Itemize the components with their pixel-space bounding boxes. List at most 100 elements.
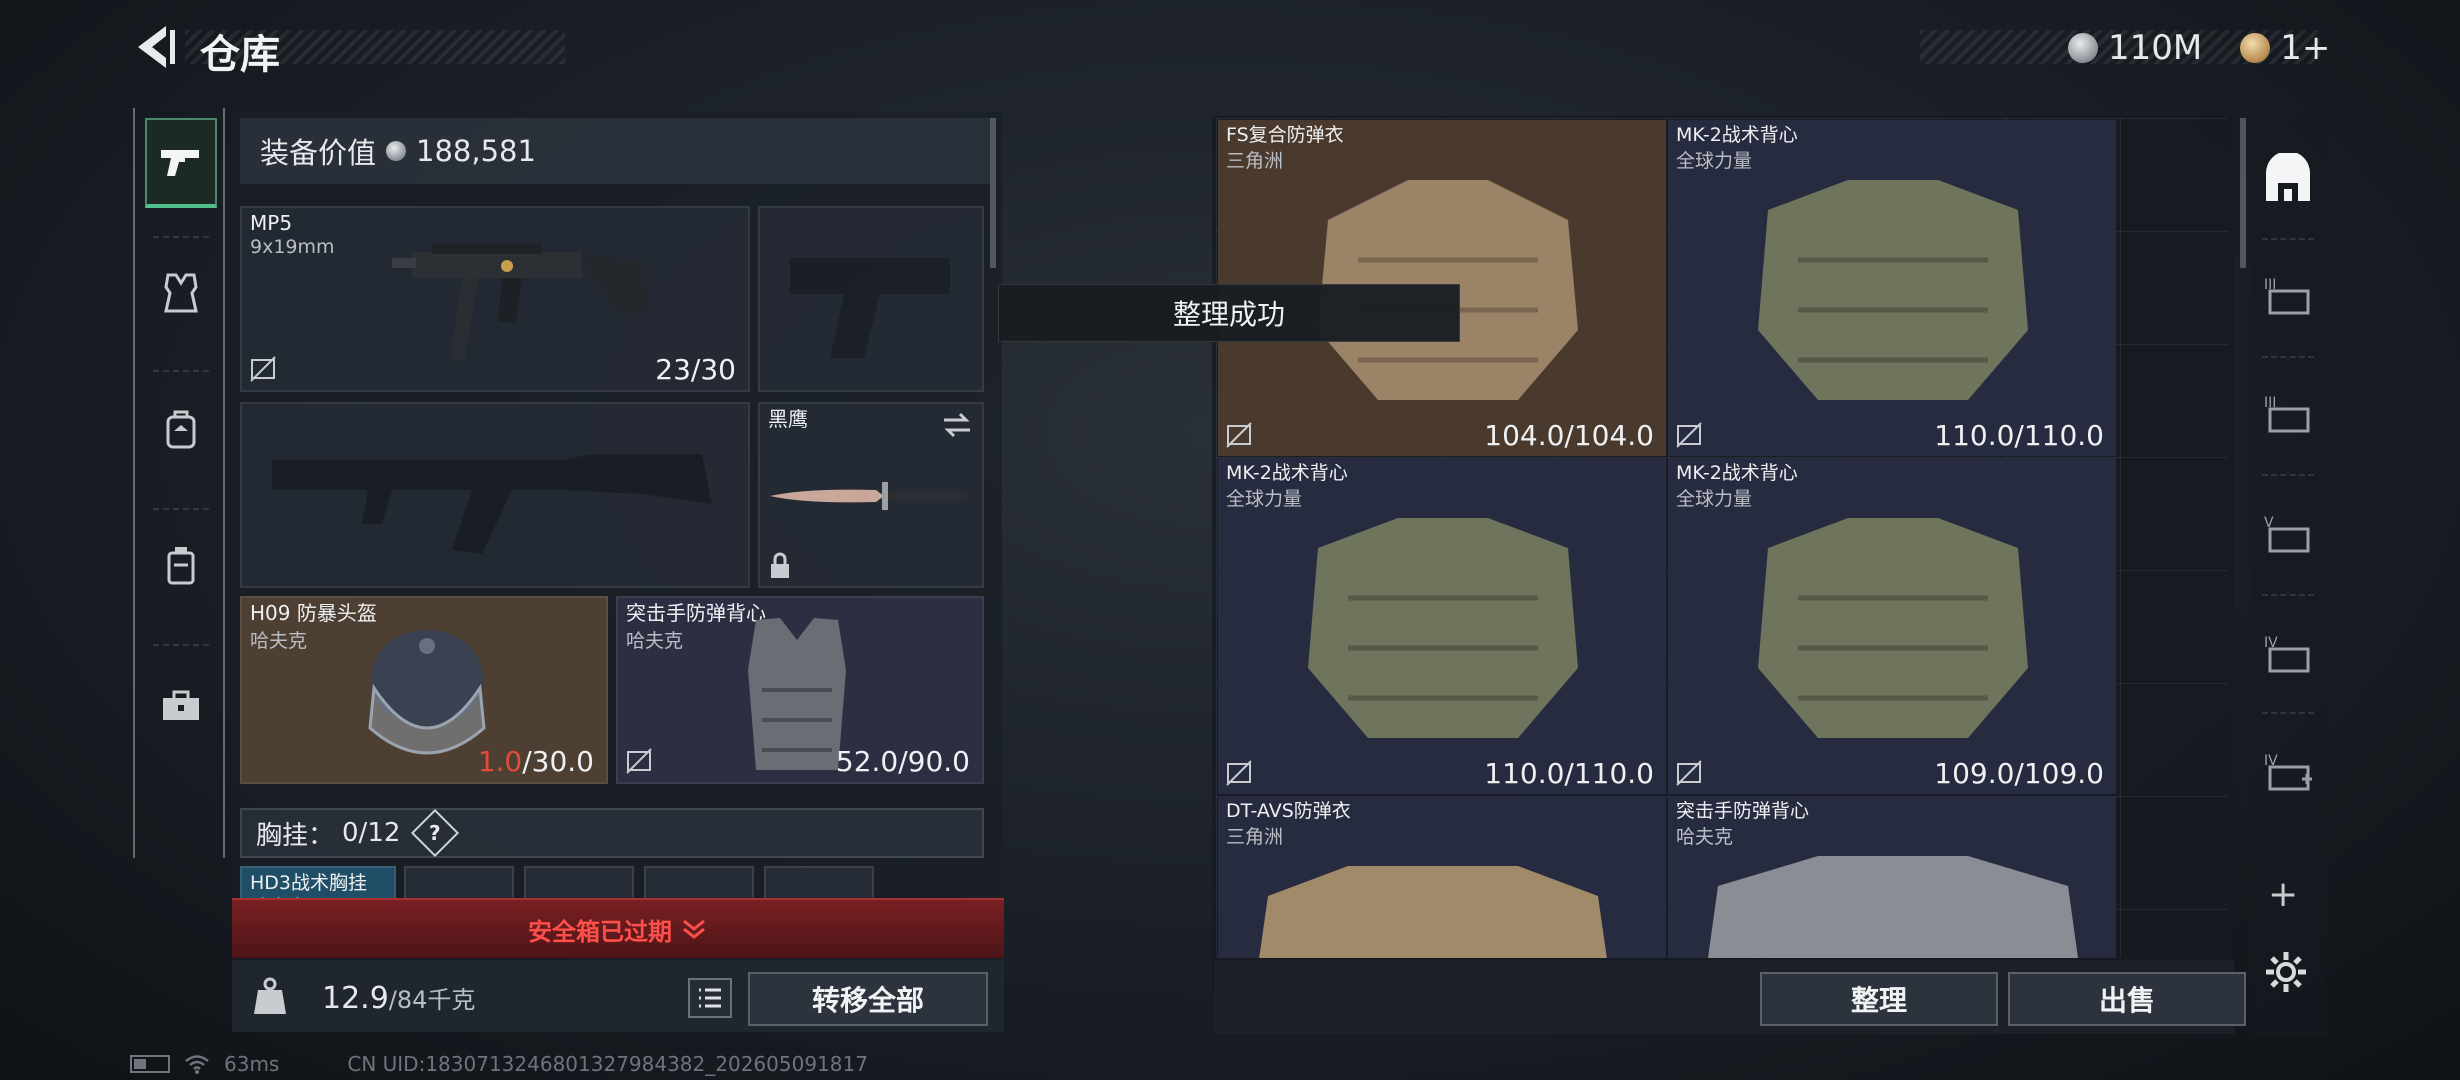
- currency-main-amount: 110M: [2108, 28, 2203, 68]
- lock-icon: [771, 552, 789, 578]
- nav-storage-3-tab[interactable]: III: [2254, 240, 2322, 350]
- carry-weight: 12.9/84千克: [322, 980, 475, 1016]
- add-storage-icon[interactable]: +: [2268, 874, 2298, 915]
- premium-coin-icon: [2240, 33, 2271, 63]
- expansion-box-add-icon: IV: [2264, 753, 2312, 791]
- storage-item[interactable]: MK-2战术背心 全球力量 110.0/110.0: [1668, 120, 2116, 456]
- ping-value: 63ms: [224, 1052, 280, 1076]
- hafu-coin-icon: [2068, 33, 2098, 63]
- sell-button[interactable]: 出售: [2008, 972, 2246, 1026]
- nav-storage-4-add-tab[interactable]: IV: [2254, 716, 2322, 826]
- storage-item[interactable]: MK-2战术背心 全球力量 110.0/110.0: [1218, 458, 1666, 794]
- status-bar: 63ms CN UID:1830713246801327984382_20260…: [130, 1052, 868, 1076]
- chest-rig-label: 胸挂：: [256, 820, 335, 851]
- item-name: MK-2战术背心: [1676, 462, 1798, 484]
- expansion-box-icon: V: [2264, 515, 2310, 553]
- list-view-button[interactable]: [688, 978, 732, 1018]
- wifi-icon: [185, 1055, 209, 1074]
- canister-icon: [167, 547, 195, 585]
- warehouse-icon: [2266, 153, 2310, 201]
- safebox-expired-text: 安全箱已过期: [528, 917, 672, 946]
- battery-icon: [130, 1055, 170, 1073]
- item-durability: 110.0/110.0: [1484, 757, 1654, 790]
- settings-gear-icon[interactable]: [2264, 950, 2308, 994]
- transfer-all-button[interactable]: 转移全部: [748, 972, 988, 1026]
- nav-storage-3b-tab[interactable]: III: [2254, 358, 2322, 468]
- primary-weapon-slot[interactable]: MP5 9x19mm 23/30: [240, 206, 750, 392]
- item-faction: 三角洲: [1226, 150, 1284, 172]
- page-title: 仓库: [200, 32, 280, 78]
- nav-medical-tab[interactable]: [145, 520, 217, 610]
- storage-item[interactable]: MK-2战术背心 全球力量 109.0/109.0: [1668, 458, 2116, 794]
- no-insurance-icon: [1226, 760, 1252, 786]
- equipment-value-label: 装备价值: [260, 136, 377, 170]
- item-name: 突击手防弹背心: [1676, 800, 1810, 822]
- nav-storage-4-tab[interactable]: IV: [2254, 598, 2322, 708]
- item-faction: 哈夫克: [1676, 826, 1734, 848]
- armor-image: [1758, 180, 2028, 400]
- item-faction: 三角洲: [1226, 826, 1284, 848]
- no-insurance-icon: [250, 356, 276, 382]
- nav-armor-tab[interactable]: [145, 248, 217, 338]
- melee-slot[interactable]: 黑鹰: [758, 402, 984, 588]
- weight-icon: [254, 977, 286, 1014]
- nav-backpack-tab[interactable]: [145, 384, 217, 474]
- armor-image: [1308, 518, 1578, 738]
- toolbox-icon: [163, 690, 199, 720]
- primary-weapon-name: MP5: [250, 211, 293, 235]
- no-insurance-icon: [626, 748, 652, 774]
- smg-image: [392, 244, 648, 362]
- equipment-scrollbar[interactable]: [990, 118, 996, 268]
- no-insurance-icon: [1226, 422, 1252, 448]
- rifle-silhouette-icon: [272, 454, 712, 554]
- helmet-durability-max: /30.0: [522, 745, 594, 778]
- item-name: MK-2战术背心: [1226, 462, 1348, 484]
- sort-button[interactable]: 整理: [1760, 972, 1998, 1026]
- carry-weight-current: 12.9: [322, 981, 389, 1016]
- helmet-durability-current: 1.0: [477, 745, 523, 778]
- chest-rig-item-name: HD3战术胸挂: [250, 872, 368, 894]
- helmet-faction: 哈夫克: [250, 630, 308, 652]
- primary-weapon-ammo: 23/30: [655, 353, 736, 386]
- help-icon[interactable]: ?: [411, 808, 460, 858]
- user-uid: CN UID:1830713246801327984382_2026050918…: [347, 1052, 868, 1076]
- carry-weight-max: /84千克: [388, 986, 476, 1014]
- no-insurance-icon: [1676, 760, 1702, 786]
- swap-icon[interactable]: [940, 410, 974, 440]
- armor-image: [1259, 866, 1607, 958]
- body-armor-slot[interactable]: 突击手防弹背心 哈夫克 52.0/90.0: [616, 596, 984, 784]
- expansion-box-icon: III: [2264, 395, 2310, 433]
- left-category-nav: [133, 108, 225, 858]
- back-arrow-icon[interactable]: [130, 22, 178, 72]
- item-durability: 104.0/104.0: [1484, 419, 1654, 452]
- nav-warehouse-tab[interactable]: [2254, 124, 2322, 234]
- chest-rig-capacity: 0/12: [342, 818, 401, 848]
- pistol-icon: [161, 150, 199, 176]
- storage-scrollbar[interactable]: [2240, 118, 2246, 268]
- vest-icon: [164, 273, 198, 313]
- nav-storage-5-tab[interactable]: V: [2254, 478, 2322, 588]
- storage-item[interactable]: DT-AVS防弹衣 三角洲: [1218, 796, 1666, 958]
- item-name: FS复合防弹衣: [1226, 124, 1344, 146]
- body-armor-faction: 哈夫克: [626, 630, 684, 652]
- currency-secondary-amount[interactable]: 1+: [2280, 28, 2330, 68]
- hafu-coin-icon: [386, 141, 407, 161]
- helmet-slot[interactable]: H09 防暴头盔 哈夫克 1.0/30.0: [240, 596, 608, 784]
- equipment-value-amount: 188,581: [416, 134, 536, 168]
- expansion-box-icon: IV: [2264, 635, 2310, 673]
- nav-weapons-tab[interactable]: [145, 118, 217, 208]
- primary-weapon-caliber: 9x19mm: [250, 236, 335, 258]
- safebox-expired-banner[interactable]: 安全箱已过期: [232, 898, 1004, 958]
- expansion-box-icon: III: [2264, 277, 2310, 315]
- currency-row: 110M 1+: [2068, 28, 2330, 68]
- body-armor-durability: 52.0/90.0: [835, 745, 970, 778]
- equipment-value-header: 装备价值 188,581: [240, 118, 990, 184]
- item-name: MK-2战术背心: [1676, 124, 1798, 146]
- sidearm-slot[interactable]: [758, 206, 984, 392]
- no-insurance-icon: [1676, 422, 1702, 448]
- secondary-weapon-slot[interactable]: [240, 402, 750, 588]
- helmet-durability: 1.0/30.0: [478, 745, 594, 778]
- storage-item[interactable]: 突击手防弹背心 哈夫克: [1668, 796, 2116, 958]
- backpack-icon: [166, 410, 196, 449]
- nav-toolbox-tab[interactable]: [145, 660, 217, 750]
